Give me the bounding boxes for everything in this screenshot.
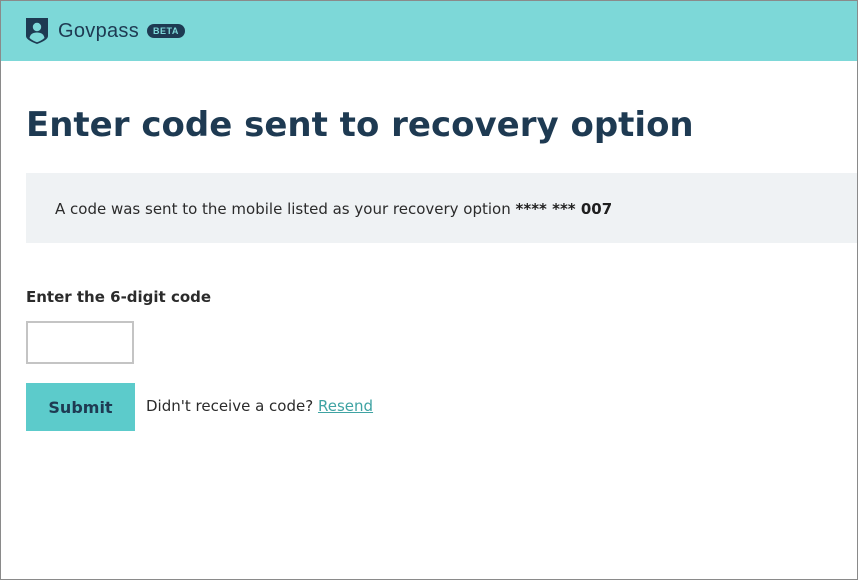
resend-row: Didn't receive a code? Resend (146, 397, 373, 415)
shield-person-icon (26, 18, 48, 44)
submit-button[interactable]: Submit (26, 383, 135, 431)
notice-text-line: A code was sent to the mobile listed as … (55, 200, 612, 218)
code-input[interactable] (26, 321, 134, 364)
code-field-label: Enter the 6-digit code (26, 288, 212, 306)
recovery-notice: A code was sent to the mobile listed as … (26, 173, 857, 243)
beta-badge: BETA (147, 24, 185, 38)
notice-message: A code was sent to the mobile listed as … (55, 200, 511, 218)
site-header: Govpass BETA (1, 1, 857, 61)
brand-name: Govpass (58, 19, 140, 42)
masked-phone-number: **** *** 007 (515, 200, 613, 218)
resend-prompt: Didn't receive a code? (146, 397, 314, 415)
page-frame: Govpass BETA Enter code sent to recovery… (0, 0, 858, 580)
page-title: Enter code sent to recovery option (26, 105, 694, 145)
resend-link[interactable]: Resend (318, 397, 373, 415)
brand-logo-link[interactable]: Govpass BETA (25, 17, 185, 45)
